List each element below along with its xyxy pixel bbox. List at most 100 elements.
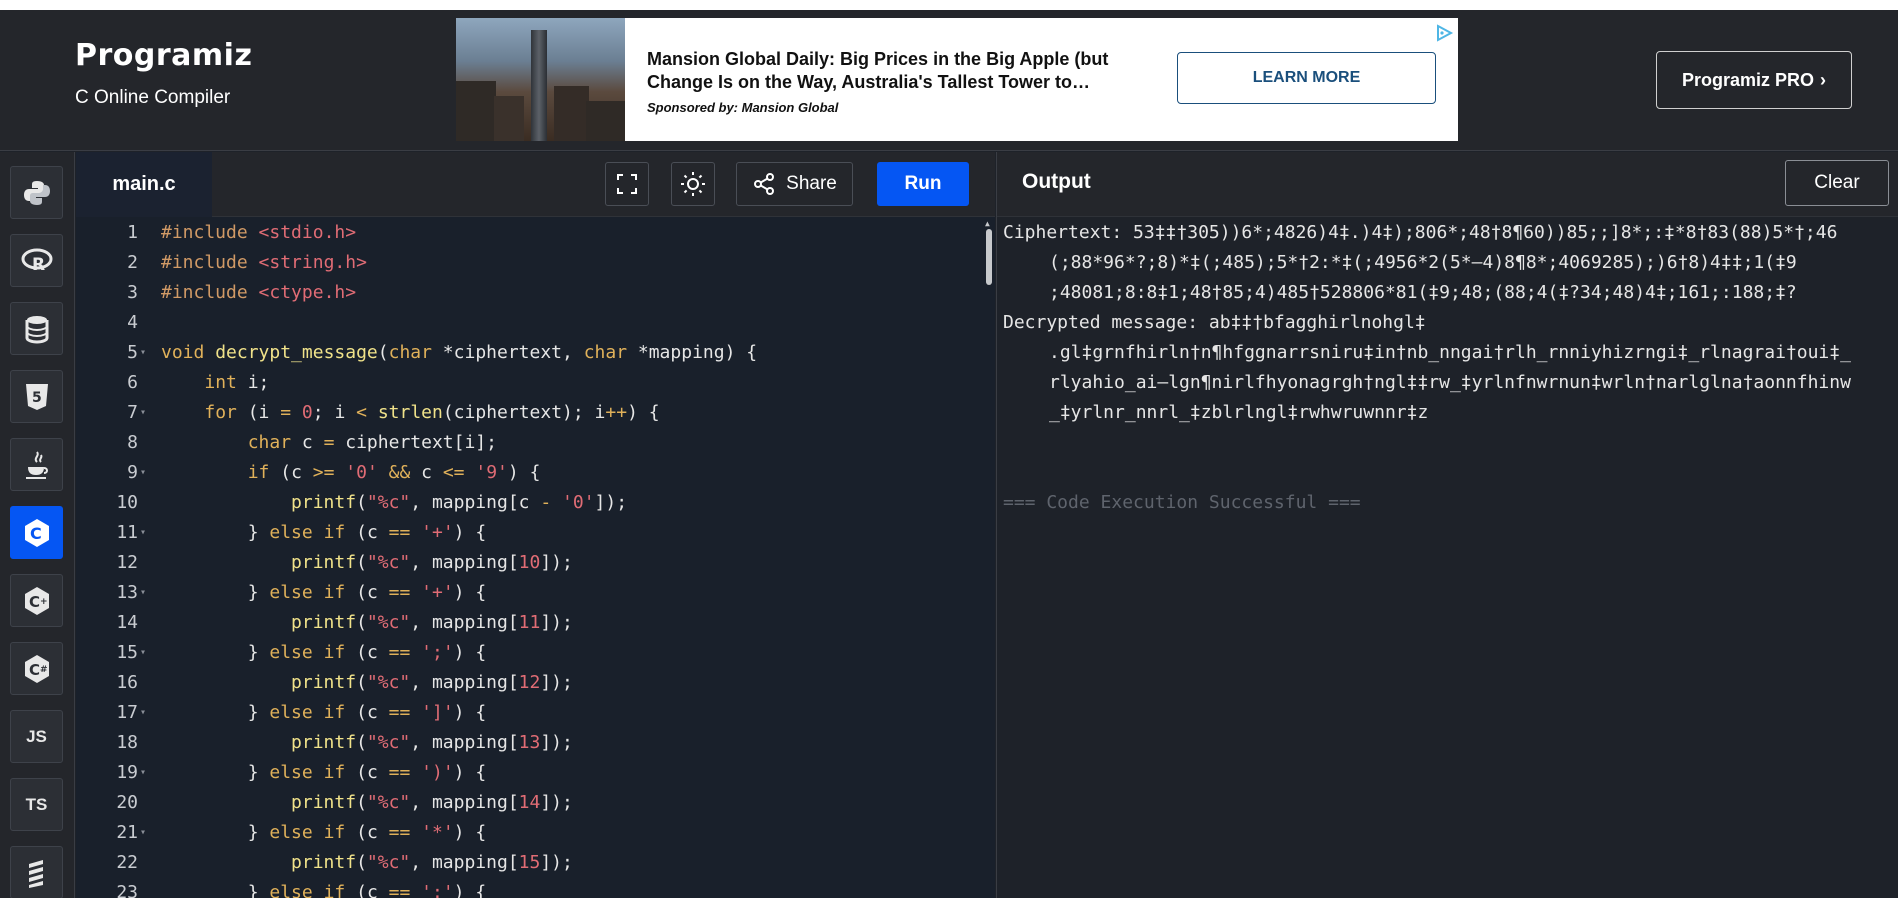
code-text[interactable]: } else if (c == '*') {: [161, 818, 487, 848]
ad-sponsor: Sponsored by: Mansion Global: [647, 100, 839, 115]
output-line: === Code Execution Successful ===: [1003, 492, 1361, 513]
code-text[interactable]: #include <string.h>: [161, 248, 367, 278]
learn-more-button[interactable]: LEARN MORE: [1177, 52, 1436, 104]
sun-icon: [681, 172, 705, 196]
share-button[interactable]: Share: [736, 162, 853, 206]
java-icon[interactable]: [10, 438, 63, 491]
line-number: 13: [116, 582, 138, 603]
line-number: 9: [127, 462, 138, 483]
fold-arrow-icon[interactable]: ▾: [140, 398, 146, 428]
html5-icon[interactable]: 5: [10, 370, 63, 423]
code-line[interactable]: 23 } else if (c == ':') {: [76, 878, 981, 898]
fold-arrow-icon[interactable]: ▾: [140, 638, 146, 668]
ad-title[interactable]: Mansion Global Daily: Big Prices in the …: [647, 48, 1157, 94]
scroll-up-icon[interactable]: ▲: [985, 219, 990, 228]
code-text[interactable]: printf("%c", mapping[13]);: [161, 728, 573, 758]
code-line[interactable]: 5 ▾ void decrypt_message(char *ciphertext,…: [76, 338, 981, 368]
code-text[interactable]: } else if (c == ':') {: [161, 878, 487, 898]
fold-arrow-icon[interactable]: ▾: [140, 518, 146, 548]
python-icon[interactable]: [10, 166, 63, 219]
code-line[interactable]: 15 ▾ } else if (c == ';') {: [76, 638, 981, 668]
svg-text:C: C: [29, 593, 40, 611]
code-text[interactable]: printf("%c", mapping[c - '0']);: [161, 488, 627, 518]
fold-arrow-icon[interactable]: ▾: [140, 818, 146, 848]
javascript-icon[interactable]: JS: [10, 710, 63, 763]
ad-image[interactable]: [456, 18, 625, 141]
code-text[interactable]: } else if (c == ';') {: [161, 638, 487, 668]
code-text[interactable]: char c = ciphertext[i];: [161, 428, 497, 458]
code-line[interactable]: 4: [76, 308, 981, 338]
csharp-icon[interactable]: C #: [10, 642, 63, 695]
code-line[interactable]: 14 printf("%c", mapping[11]);: [76, 608, 981, 638]
code-line[interactable]: 2 #include <string.h>: [76, 248, 981, 278]
code-line[interactable]: 1 #include <stdio.h>: [76, 218, 981, 248]
line-number: 3: [127, 282, 138, 303]
theme-toggle-button[interactable]: [671, 162, 715, 206]
run-button[interactable]: Run: [877, 162, 969, 206]
code-line[interactable]: 18 printf("%c", mapping[13]);: [76, 728, 981, 758]
output-line: rlyahio_ai—lgn¶nirlfhyonagrgh†ngl‡‡rw_‡y…: [1049, 372, 1851, 393]
programiz-pro-button[interactable]: Programiz PRO ›: [1656, 51, 1852, 109]
code-text[interactable]: printf("%c", mapping[15]);: [161, 848, 573, 878]
database-icon[interactable]: [10, 302, 63, 355]
fold-arrow-icon[interactable]: ▾: [140, 338, 146, 368]
code-line[interactable]: 21 ▾ } else if (c == '*') {: [76, 818, 981, 848]
programiz-logo[interactable]: Programiz: [75, 38, 252, 73]
fold-arrow-icon[interactable]: ▾: [140, 458, 146, 488]
code-text[interactable]: printf("%c", mapping[12]);: [161, 668, 573, 698]
code-text[interactable]: if (c >= '0' && c <= '9') {: [161, 458, 541, 488]
code-text[interactable]: } else if (c == '+') {: [161, 518, 487, 548]
file-tab-main-c[interactable]: main.c: [76, 152, 212, 217]
code-text[interactable]: printf("%c", mapping[10]);: [161, 548, 573, 578]
code-text[interactable]: void decrypt_message(char *ciphertext, c…: [161, 338, 757, 368]
code-line[interactable]: 8 char c = ciphertext[i];: [76, 428, 981, 458]
code-line[interactable]: 3 #include <ctype.h>: [76, 278, 981, 308]
code-line[interactable]: 6 int i;: [76, 368, 981, 398]
r-icon[interactable]: R: [10, 234, 63, 287]
ad-banner[interactable]: Mansion Global Daily: Big Prices in the …: [456, 18, 1458, 141]
line-number: 4: [127, 312, 138, 333]
code-line[interactable]: 7 ▾ for (i = 0; i < strlen(ciphertext); i…: [76, 398, 981, 428]
fold-arrow-icon[interactable]: ▾: [140, 698, 146, 728]
adchoices-icon[interactable]: [1434, 24, 1454, 42]
code-text[interactable]: printf("%c", mapping[11]);: [161, 608, 573, 638]
code-text[interactable]: #include <stdio.h>: [161, 218, 356, 248]
code-line[interactable]: 19 ▾ } else if (c == ')') {: [76, 758, 981, 788]
line-number: 7: [127, 402, 138, 423]
ad-text[interactable]: Mansion Global Daily: Big Prices in the …: [647, 48, 1157, 115]
editor-scrollbar[interactable]: [986, 229, 992, 285]
go-icon[interactable]: [10, 846, 63, 898]
clear-button[interactable]: Clear: [1785, 160, 1889, 206]
code-line[interactable]: 10 printf("%c", mapping[c - '0']);: [76, 488, 981, 518]
code-line[interactable]: 16 printf("%c", mapping[12]);: [76, 668, 981, 698]
code-text[interactable]: #include <ctype.h>: [161, 278, 356, 308]
code-line[interactable]: 17 ▾ } else if (c == ']') {: [76, 698, 981, 728]
code-text[interactable]: } else if (c == ')') {: [161, 758, 487, 788]
code-area[interactable]: ▲ 1 #include <stdio.h> 2 #include <string.h…: [76, 217, 995, 898]
code-line[interactable]: 20 printf("%c", mapping[14]);: [76, 788, 981, 818]
c-language-icon[interactable]: C: [10, 506, 63, 559]
code-line[interactable]: 12 printf("%c", mapping[10]);: [76, 548, 981, 578]
chevron-right-icon: ›: [1820, 69, 1827, 90]
typescript-icon[interactable]: TS: [10, 778, 63, 831]
fold-arrow-icon[interactable]: ▾: [140, 758, 146, 788]
code-text[interactable]: for (i = 0; i < strlen(ciphertext); i++)…: [161, 398, 659, 428]
brand[interactable]: Programiz C Online Compiler: [75, 38, 252, 109]
fullscreen-button[interactable]: [605, 162, 649, 206]
output-line: Ciphertext: 53‡‡†305))6*;4826)4‡.)4‡);80…: [1003, 222, 1838, 243]
output-toolbar: Output Clear: [997, 152, 1898, 217]
output-line: (;88*96*?;8)*‡(;485);5*†2:*‡(;4956*2(5*—…: [1049, 252, 1797, 273]
output-console[interactable]: Ciphertext: 53‡‡†305))6*;4826)4‡.)4‡);80…: [1003, 217, 1898, 898]
code-text[interactable]: int i;: [161, 368, 269, 398]
code-line[interactable]: 11 ▾ } else if (c == '+') {: [76, 518, 981, 548]
code-line[interactable]: 22 printf("%c", mapping[15]);: [76, 848, 981, 878]
code-text[interactable]: } else if (c == '+') {: [161, 578, 487, 608]
line-number: 1: [127, 222, 138, 243]
code-text[interactable]: } else if (c == ']') {: [161, 698, 487, 728]
code-text[interactable]: printf("%c", mapping[14]);: [161, 788, 573, 818]
cpp-icon[interactable]: C +: [10, 574, 63, 627]
output-line: .gl‡grnfhirln†n¶hfggnarrsniru‡in†nb_nnga…: [1049, 342, 1851, 363]
fold-arrow-icon[interactable]: ▾: [140, 578, 146, 608]
code-line[interactable]: 13 ▾ } else if (c == '+') {: [76, 578, 981, 608]
code-line[interactable]: 9 ▾ if (c >= '0' && c <= '9') {: [76, 458, 981, 488]
